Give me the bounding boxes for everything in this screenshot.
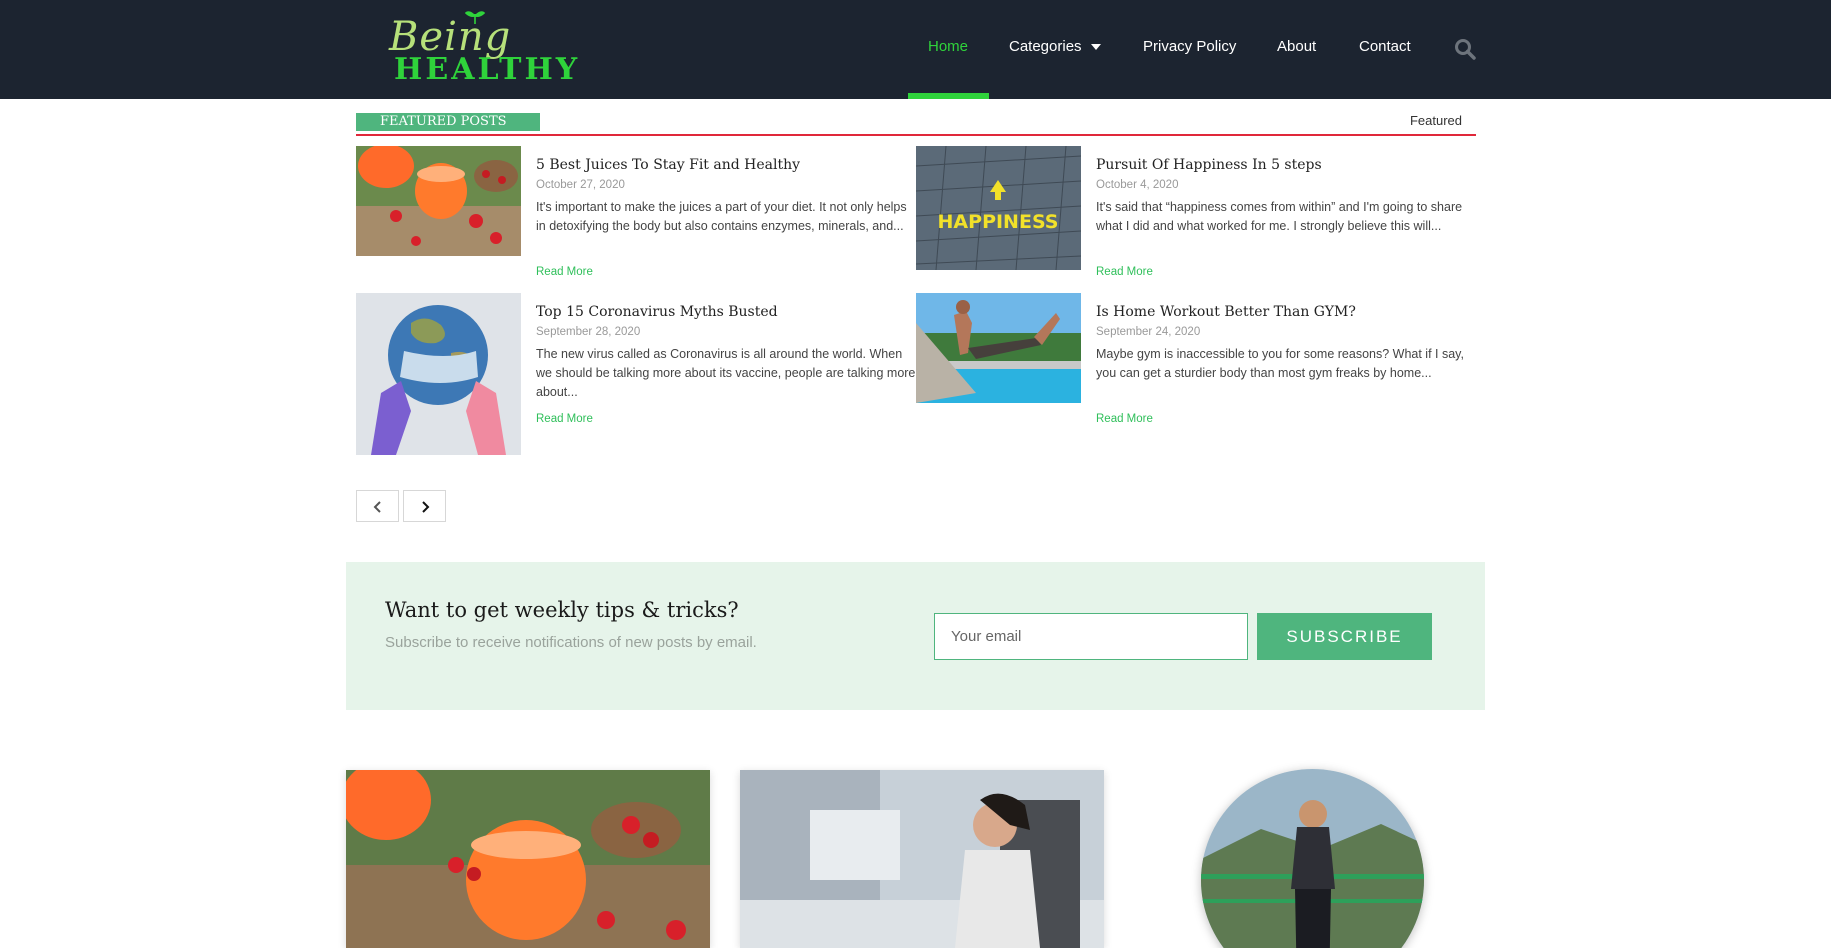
happiness-image: HAPPINESS: [916, 146, 1081, 270]
workout-image: [916, 293, 1081, 403]
juice-card-image: [346, 770, 710, 948]
chevron-left-icon: [373, 501, 381, 513]
site-header: Being HEALTHY Home Categories Privacy Po…: [0, 0, 1831, 99]
post-card: 5 Best Juices To Stay Fit and Healthy Oc…: [356, 146, 916, 286]
post-excerpt: Maybe gym is inaccessible to you for som…: [1096, 347, 1464, 380]
post-title[interactable]: Is Home Workout Better Than GYM?: [1096, 304, 1356, 320]
newsletter-section: Want to get weekly tips & tricks? Subscr…: [346, 562, 1485, 710]
newsletter-description: Subscribe to receive notifications of ne…: [385, 634, 757, 651]
newsletter-title: Want to get weekly tips & tricks?: [385, 598, 739, 622]
post-date: September 28, 2020: [536, 326, 641, 338]
post-thumbnail-happiness[interactable]: HAPPINESS: [916, 146, 1081, 270]
chevron-right-icon: [422, 501, 430, 513]
post-title[interactable]: Top 15 Coronavirus Myths Busted: [536, 304, 778, 320]
leaf-icon: [464, 11, 486, 24]
read-more-link[interactable]: Read More: [536, 413, 593, 425]
post-thumbnail-coronavirus[interactable]: [356, 293, 521, 455]
juice-feature-card[interactable]: [346, 770, 710, 948]
globe-mask-image: [356, 293, 521, 455]
site-logo[interactable]: Being HEALTHY: [386, 8, 602, 87]
post-thumbnail-workout[interactable]: [916, 293, 1081, 403]
office-card-image: [740, 770, 1104, 948]
logo-word-healthy: HEALTHY: [394, 52, 581, 87]
email-field[interactable]: [934, 613, 1248, 660]
pager-next-button[interactable]: [403, 490, 446, 522]
happiness-image-text: HAPPINESS: [938, 211, 1059, 233]
post-excerpt: It's important to make the juices a part…: [536, 200, 907, 233]
pager-prev-button[interactable]: [356, 490, 399, 522]
author-photo: [1201, 769, 1424, 948]
author-avatar[interactable]: [1201, 769, 1424, 948]
post-card: Is Home Workout Better Than GYM? Septemb…: [916, 293, 1476, 458]
read-more-link[interactable]: Read More: [1096, 413, 1153, 425]
search-icon[interactable]: [1454, 38, 1476, 60]
post-title[interactable]: Pursuit Of Happiness In 5 steps: [1096, 157, 1322, 173]
caret-down-icon: [1090, 44, 1101, 51]
post-title[interactable]: 5 Best Juices To Stay Fit and Healthy: [536, 157, 800, 173]
juice-image: [356, 146, 521, 256]
featured-filter-label[interactable]: Featured: [1360, 113, 1462, 128]
post-excerpt: The new virus called as Coronavirus is a…: [536, 347, 916, 399]
nav-active-indicator: [908, 93, 989, 99]
nav-home[interactable]: Home: [928, 38, 968, 55]
post-card: Top 15 Coronavirus Myths Busted Septembe…: [356, 293, 916, 458]
post-date: October 4, 2020: [1096, 179, 1179, 191]
nav-categories[interactable]: Categories: [1009, 38, 1101, 55]
read-more-link[interactable]: Read More: [1096, 266, 1153, 278]
read-more-link[interactable]: Read More: [536, 266, 593, 278]
post-card: HAPPINESS Pursuit Of Happiness In 5 step…: [916, 146, 1476, 286]
nav-about[interactable]: About: [1277, 38, 1316, 55]
post-date: September 24, 2020: [1096, 326, 1201, 338]
nav-categories-label: Categories: [1009, 38, 1082, 55]
subscribe-button[interactable]: SUBSCRIBE: [1257, 613, 1432, 660]
nav-privacy-policy[interactable]: Privacy Policy: [1143, 38, 1236, 55]
featured-posts-label: FEATURED POSTS: [356, 113, 540, 131]
nav-contact[interactable]: Contact: [1359, 38, 1411, 55]
post-date: October 27, 2020: [536, 179, 625, 191]
post-thumbnail-juice[interactable]: [356, 146, 521, 256]
office-feature-card[interactable]: [740, 770, 1104, 948]
post-excerpt: It's said that “happiness comes from wit…: [1096, 200, 1463, 233]
featured-divider: [356, 134, 1476, 136]
